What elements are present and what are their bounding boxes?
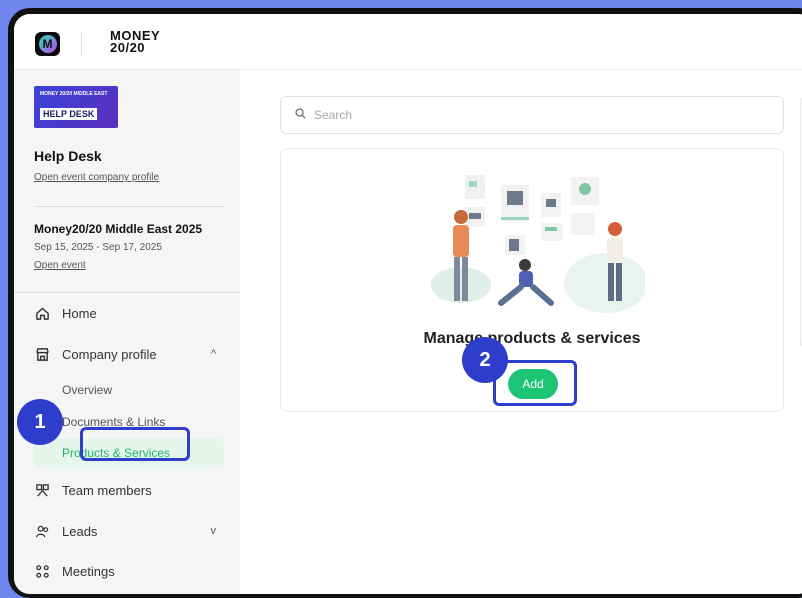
step-1-badge: 1 — [17, 399, 63, 445]
storefront-icon — [34, 346, 50, 362]
chevron-up-icon[interactable]: ^ — [211, 348, 216, 360]
highlight-products-services — [80, 427, 190, 461]
event-thumbnail: MONEY 20/20 MIDDLE EAST HELP DESK — [34, 86, 118, 128]
search-icon — [295, 108, 306, 122]
top-bar: M MONEY 20/20 — [14, 14, 802, 70]
home-icon — [34, 305, 50, 321]
nav-team-members[interactable]: Team members — [34, 476, 230, 504]
products-illustration — [431, 175, 645, 313]
company-name: Help Desk — [34, 148, 102, 164]
money2020-logo-icon[interactable]: M — [35, 32, 60, 56]
divider — [34, 206, 224, 207]
empty-state-title: Manage products & services — [423, 330, 641, 347]
search-input[interactable]: Search — [280, 96, 784, 134]
sidebar-item-overview[interactable]: Overview — [34, 375, 224, 405]
nav-leads[interactable]: Leads v — [34, 517, 230, 545]
money2020-wordmark[interactable]: MONEY 20/20 — [110, 29, 160, 54]
nav-company-profile[interactable]: Company profile ^ — [34, 340, 230, 368]
chevron-down-icon[interactable]: v — [211, 525, 217, 537]
event-dates: Sep 15, 2025 - Sep 17, 2025 — [34, 242, 162, 253]
logo-divider — [81, 32, 82, 56]
team-icon — [34, 482, 50, 498]
nav-meetings[interactable]: Meetings — [34, 557, 230, 585]
event-name: Money20/20 Middle East 2025 — [34, 222, 203, 236]
main-content: Search Manage products & services Add — [240, 70, 802, 594]
sidebar: MONEY 20/20 MIDDLE EAST HELP DESK Help D… — [14, 70, 240, 594]
open-company-profile-link[interactable]: Open event company profile — [34, 172, 159, 183]
nav-home[interactable]: Home — [34, 299, 230, 327]
app-window: M MONEY 20/20 MONEY 20/20 MIDDLE EAST HE… — [14, 14, 802, 594]
users-icon — [34, 523, 50, 539]
step-2-badge: 2 — [462, 337, 508, 383]
divider — [14, 292, 240, 293]
open-event-link[interactable]: Open event — [34, 260, 86, 271]
meetings-icon — [34, 563, 50, 579]
